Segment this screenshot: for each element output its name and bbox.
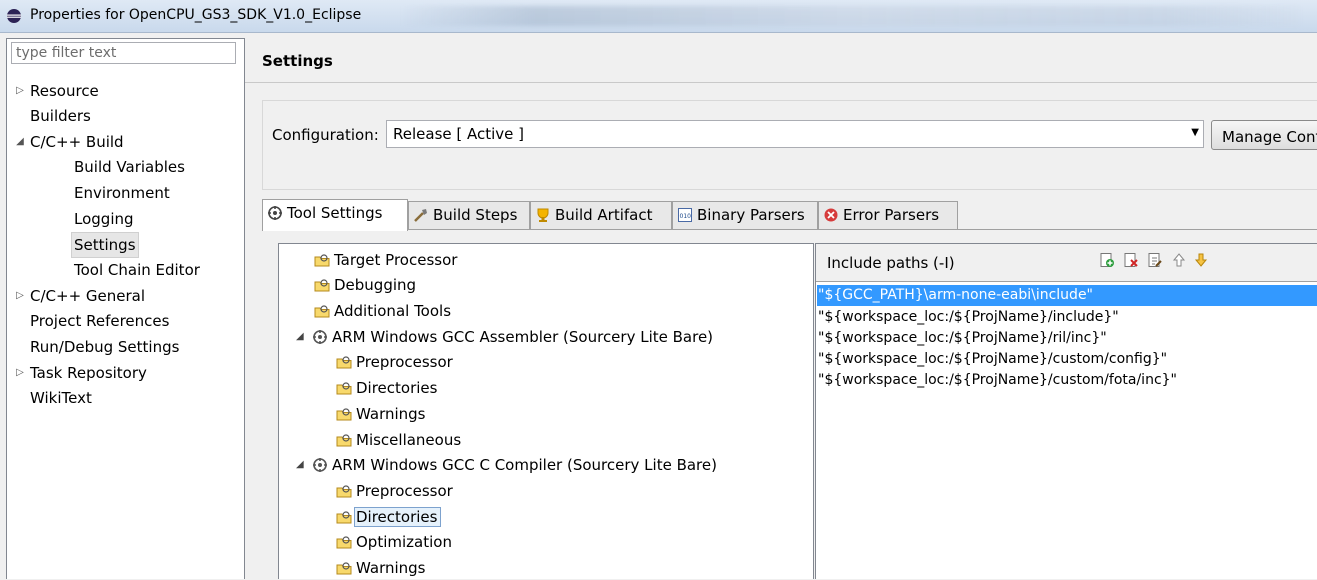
nav-item-tool-chain-editor[interactable]: Tool Chain Editor [74, 258, 200, 282]
tree-option-item[interactable]: Directories [336, 376, 437, 400]
manage-configurations-button[interactable]: Manage Configurations... [1211, 120, 1317, 150]
tree-option-item[interactable]: Directories [336, 505, 442, 529]
nav-item-wikitext[interactable]: WikiText [30, 386, 92, 410]
tab-label: Build Steps [433, 206, 518, 224]
tab-label: Tool Settings [287, 204, 383, 222]
tree-item-label: Warnings [356, 405, 426, 423]
nav-item-task-repository[interactable]: Task Repository [30, 361, 147, 385]
tree-item-label: Preprocessor [356, 353, 453, 371]
tab-error-parsers[interactable]: Error Parsers [818, 201, 958, 229]
filter-input[interactable] [11, 42, 236, 64]
tree-item-label: Directories [354, 507, 442, 527]
blurred-title-region [400, 6, 1300, 26]
tree-item-label: Directories [356, 379, 438, 397]
option-category-icon [314, 279, 330, 292]
window-title: Properties for OpenCPU_GS3_SDK_V1.0_Ecli… [30, 7, 362, 23]
tab-build-steps[interactable]: Build Steps [408, 201, 530, 229]
option-category-icon [336, 536, 352, 549]
configuration-label: Configuration: [272, 126, 379, 144]
move-up-icon[interactable] [1171, 252, 1187, 268]
tool-gear-icon [313, 330, 327, 344]
tree-item-label: Preprocessor [356, 482, 453, 500]
tree-item-label: Debugging [334, 276, 417, 294]
nav-item-c-c-build[interactable]: C/C++ Build [30, 130, 124, 154]
tree-item-label: Optimization [356, 533, 452, 551]
tab-separator [262, 229, 1317, 230]
include-path-item[interactable]: "${GCC_PATH}\arm-none-eabi\include" [817, 285, 1317, 306]
option-category-icon [336, 562, 352, 575]
tree-option-item[interactable]: Miscellaneous [336, 428, 461, 452]
nav-item-project-references[interactable]: Project References [30, 309, 169, 333]
dropdown-arrow-icon: ▼ [1191, 127, 1199, 138]
tree-option-item[interactable]: Warnings [336, 556, 426, 580]
tree-option-item[interactable]: Optimization [336, 530, 452, 554]
expand-arrow-icon[interactable]: ▷ [14, 361, 26, 385]
eclipse-icon [7, 9, 21, 23]
tab-label: Binary Parsers [697, 206, 805, 224]
option-category-icon [314, 254, 330, 267]
option-category-icon [336, 382, 352, 395]
option-category-icon [336, 356, 352, 369]
tab-label: Error Parsers [843, 206, 940, 224]
nav-item-builders[interactable]: Builders [30, 104, 91, 128]
nav-item-environment[interactable]: Environment [74, 181, 170, 205]
nav-item-settings[interactable]: Settings [71, 232, 139, 258]
option-category-icon [336, 511, 352, 524]
collapse-arrow-icon[interactable]: ◢ [296, 453, 304, 477]
page-title: Settings [262, 52, 333, 70]
tool-settings-icon [268, 206, 282, 220]
tool-gear-icon [313, 458, 327, 472]
tree-item-label: Warnings [356, 559, 426, 577]
nav-item-build-variables[interactable]: Build Variables [74, 155, 185, 179]
include-path-item[interactable]: "${workspace_loc:/${ProjName}/ril/inc}" [817, 328, 1317, 349]
expand-arrow-icon[interactable]: ▷ [14, 79, 26, 103]
configuration-value: Release [ Active ] [393, 125, 525, 143]
tree-option-item[interactable]: Warnings [336, 402, 426, 426]
error-parsers-icon [824, 208, 838, 222]
include-path-item[interactable]: "${workspace_loc:/${ProjName}/custom/con… [817, 349, 1317, 370]
svg-text:010: 010 [680, 213, 692, 220]
tree-tool-item[interactable]: ARM Windows GCC C Compiler (Sourcery Lit… [312, 453, 717, 477]
move-down-icon[interactable] [1193, 252, 1209, 268]
edit-path-icon[interactable] [1147, 252, 1163, 268]
expand-arrow-icon[interactable]: ▷ [14, 284, 26, 308]
tab-label: Build Artifact [555, 206, 653, 224]
collapse-arrow-icon[interactable]: ◢ [14, 130, 26, 154]
add-path-icon[interactable] [1099, 252, 1115, 268]
delete-path-icon[interactable] [1123, 252, 1139, 268]
nav-item-resource[interactable]: Resource [30, 79, 99, 103]
tree-item-label: Additional Tools [334, 302, 452, 320]
tree-option-item[interactable]: Debugging [314, 273, 416, 297]
include-paths-label: Include paths (-I) [827, 254, 955, 272]
tree-tool-item[interactable]: ARM Windows GCC Assembler (Sourcery Lite… [312, 325, 713, 349]
option-category-icon [336, 485, 352, 498]
tree-option-item[interactable]: Additional Tools [314, 299, 451, 323]
tree-option-item[interactable]: Target Processor [314, 248, 457, 272]
binary-parsers-icon: 010 [678, 208, 692, 222]
option-category-icon [336, 408, 352, 421]
configuration-select[interactable]: Release [ Active ] ▼ [386, 120, 1204, 148]
nav-item-c-c-general[interactable]: C/C++ General [30, 284, 145, 308]
title-bar: Properties for OpenCPU_GS3_SDK_V1.0_Ecli… [0, 0, 1317, 33]
include-paths-header: Include paths (-I) [816, 244, 1317, 282]
header-separator [245, 82, 1317, 83]
include-path-item[interactable]: "${workspace_loc:/${ProjName}/custom/fot… [817, 370, 1317, 391]
include-path-item[interactable]: "${workspace_loc:/${ProjName}/include}" [817, 307, 1317, 328]
build-artifact-icon [537, 208, 549, 222]
build-steps-icon [414, 209, 427, 222]
tree-item-label: Target Processor [334, 251, 458, 269]
nav-item-logging[interactable]: Logging [74, 207, 134, 231]
tree-option-item[interactable]: Preprocessor [336, 350, 453, 374]
tree-item-label: ARM Windows GCC C Compiler (Sourcery Lit… [332, 456, 717, 474]
option-category-icon [314, 305, 330, 318]
tab-binary-parsers[interactable]: 010 Binary Parsers [672, 201, 818, 229]
tree-item-label: Miscellaneous [356, 431, 462, 449]
nav-item-run-debug-settings[interactable]: Run/Debug Settings [30, 335, 179, 359]
tab-tool-settings[interactable]: Tool Settings [262, 199, 408, 231]
tree-item-label: ARM Windows GCC Assembler (Sourcery Lite… [332, 328, 714, 346]
collapse-arrow-icon[interactable]: ◢ [296, 325, 304, 349]
tree-option-item[interactable]: Preprocessor [336, 479, 453, 503]
tab-build-artifact[interactable]: Build Artifact [530, 201, 672, 229]
option-category-icon [336, 434, 352, 447]
